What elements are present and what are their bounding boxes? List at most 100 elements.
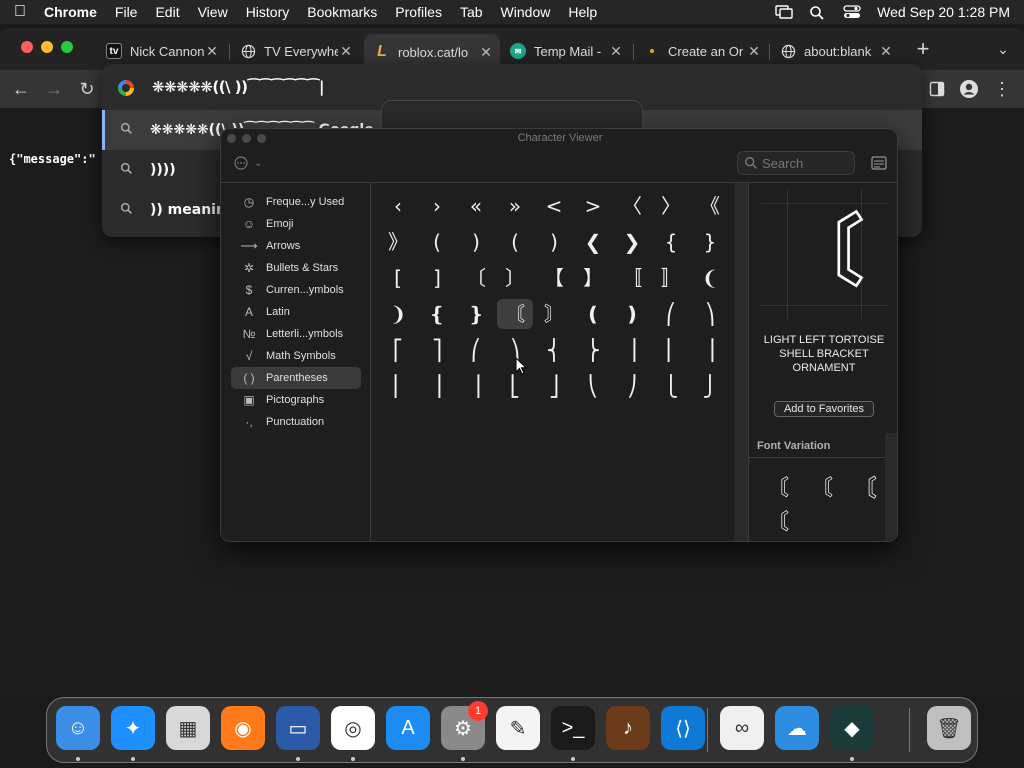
character-cell[interactable]: ❪: [575, 299, 611, 329]
character-cell[interactable]: 〔: [458, 263, 494, 293]
minimize-window-button[interactable]: [41, 41, 53, 53]
character-cell[interactable]: >: [575, 191, 611, 221]
character-cell[interactable]: ): [536, 227, 572, 257]
character-cell[interactable]: ❮: [575, 227, 611, 257]
character-cell[interactable]: 《: [692, 191, 728, 221]
menu-file[interactable]: File: [106, 4, 147, 20]
character-cell[interactable]: ⎠: [614, 371, 650, 401]
character-cell[interactable]: (: [497, 227, 533, 257]
chrome-menu-icon[interactable]: ⋮: [991, 78, 1013, 100]
new-tab-plus-icon[interactable]: +: [912, 38, 934, 60]
close-tab-icon[interactable]: ✕: [878, 43, 894, 60]
character-cell[interactable]: [: [380, 263, 416, 293]
tab-2[interactable]: TV Everywhe ✕: [230, 36, 360, 66]
character-cell[interactable]: <: [536, 191, 572, 221]
spotlight-search-icon[interactable]: [809, 5, 827, 20]
character-cell[interactable]: 〛: [653, 263, 689, 293]
character-cell[interactable]: ⎨: [536, 335, 572, 365]
toggle-view-icon[interactable]: [871, 156, 887, 170]
font-variation-glyph[interactable]: 〘: [811, 470, 833, 502]
zoom-window-button[interactable]: [61, 41, 73, 53]
tab-search-chevron-icon[interactable]: ⌄: [992, 38, 1014, 60]
close-tab-icon[interactable]: ✕: [478, 44, 494, 61]
control-center-icon[interactable]: [843, 5, 861, 19]
menu-help[interactable]: Help: [559, 4, 606, 20]
weather-icon[interactable]: ☁: [775, 706, 819, 750]
garageband-icon[interactable]: ♪: [606, 706, 650, 750]
category-bullets-stars[interactable]: ✲ Bullets & Stars: [231, 257, 361, 279]
safari-icon[interactable]: ✦: [111, 706, 155, 750]
character-cell[interactable]: 〙: [536, 299, 572, 329]
character-cell[interactable]: ❫: [614, 299, 650, 329]
character-cell[interactable]: {: [653, 227, 689, 257]
terminal-icon[interactable]: >_: [551, 706, 595, 750]
detail-scrollbar[interactable]: [885, 433, 897, 541]
grid-scrollbar[interactable]: [734, 183, 748, 541]
character-cell[interactable]: ⎟: [614, 335, 650, 365]
character-cell[interactable]: }: [692, 227, 728, 257]
character-cell[interactable]: ❩: [380, 299, 416, 329]
tab-4[interactable]: ✉ Temp Mail - ✕: [500, 36, 630, 66]
filmora-icon[interactable]: ◆: [830, 706, 874, 750]
close-tab-icon[interactable]: ✕: [746, 43, 762, 60]
character-cell[interactable]: ❯: [614, 227, 650, 257]
character-cell[interactable]: ⎩: [653, 371, 689, 401]
character-cell[interactable]: ‹: [380, 191, 416, 221]
character-cell[interactable]: ⎥: [458, 371, 494, 401]
character-cell[interactable]: ⎬: [575, 335, 611, 365]
character-cell[interactable]: 〘: [497, 299, 533, 329]
character-cell[interactable]: 〉: [653, 191, 689, 221]
cv-close-button[interactable]: [227, 134, 236, 143]
address-input[interactable]: ❋❋❋❋❋((\ ))⁀⁀⁀⁀⁀⁀|: [152, 78, 324, 96]
character-cell[interactable]: ]: [419, 263, 455, 293]
firefox-icon[interactable]: ◉: [221, 706, 265, 750]
remote-desktop-icon[interactable]: ▭: [276, 706, 320, 750]
app-store-icon[interactable]: A: [386, 706, 430, 750]
category-curren-ymbols[interactable]: $ Curren...ymbols: [231, 279, 361, 301]
font-variation-glyph[interactable]: 〘: [767, 504, 789, 536]
character-cell[interactable]: ⎞: [692, 299, 728, 329]
category-arrows[interactable]: ⟶ Arrows: [231, 235, 361, 257]
textedit-icon[interactable]: ✎: [496, 706, 540, 750]
character-cell[interactable]: 》: [380, 227, 416, 257]
apple-menu-icon[interactable]: : [0, 3, 40, 21]
screen-mirroring-icon[interactable]: [775, 5, 793, 19]
close-tab-icon[interactable]: ✕: [338, 43, 354, 60]
character-cell[interactable]: ⎜: [653, 335, 689, 365]
action-menu[interactable]: ⌄: [234, 155, 270, 171]
character-cell[interactable]: ⎡: [380, 335, 416, 365]
menu-edit[interactable]: Edit: [146, 4, 188, 20]
character-cell[interactable]: ⎜: [380, 371, 416, 401]
character-cell[interactable]: 〈: [614, 191, 650, 221]
category-pictographs[interactable]: ▣ Pictographs: [231, 389, 361, 411]
cv-zoom-button[interactable]: [257, 134, 266, 143]
menu-view[interactable]: View: [189, 4, 237, 20]
menu-profiles[interactable]: Profiles: [386, 4, 451, 20]
vscode-icon[interactable]: ⟨⟩: [661, 706, 705, 750]
close-window-button[interactable]: [21, 41, 33, 53]
font-variation-glyph[interactable]: 〘: [767, 470, 789, 502]
tab-6[interactable]: about:blank ✕: [770, 36, 900, 66]
character-cell[interactable]: «: [458, 191, 494, 221]
character-cell[interactable]: ❵: [458, 299, 494, 329]
character-cell[interactable]: ❨: [692, 263, 728, 293]
character-cell[interactable]: ⎝: [575, 371, 611, 401]
category-punctuation[interactable]: ·, Punctuation: [231, 411, 361, 433]
close-tab-icon[interactable]: ✕: [204, 43, 220, 60]
side-panel-icon[interactable]: [926, 78, 948, 100]
reload-icon[interactable]: ↻: [76, 78, 98, 100]
chrome-icon[interactable]: ◎: [331, 706, 375, 750]
finder-icon[interactable]: ☺: [56, 706, 100, 750]
category-parentheses[interactable]: ( ) Parentheses: [231, 367, 361, 389]
forward-arrow-icon[interactable]: →: [43, 78, 65, 100]
cv-search-input[interactable]: [762, 155, 850, 171]
menu-clock[interactable]: Wed Sep 20 1:28 PM: [877, 4, 1010, 20]
visual-studio-icon[interactable]: ∞: [720, 706, 764, 750]
launchpad-icon[interactable]: ▦: [166, 706, 210, 750]
character-cell[interactable]: ⎦: [536, 371, 572, 401]
character-cell[interactable]: ❴: [419, 299, 455, 329]
character-cell[interactable]: (: [419, 227, 455, 257]
character-cell[interactable]: 〚: [614, 263, 650, 293]
cv-minimize-button[interactable]: [242, 134, 251, 143]
character-cell[interactable]: ⎤: [419, 335, 455, 365]
